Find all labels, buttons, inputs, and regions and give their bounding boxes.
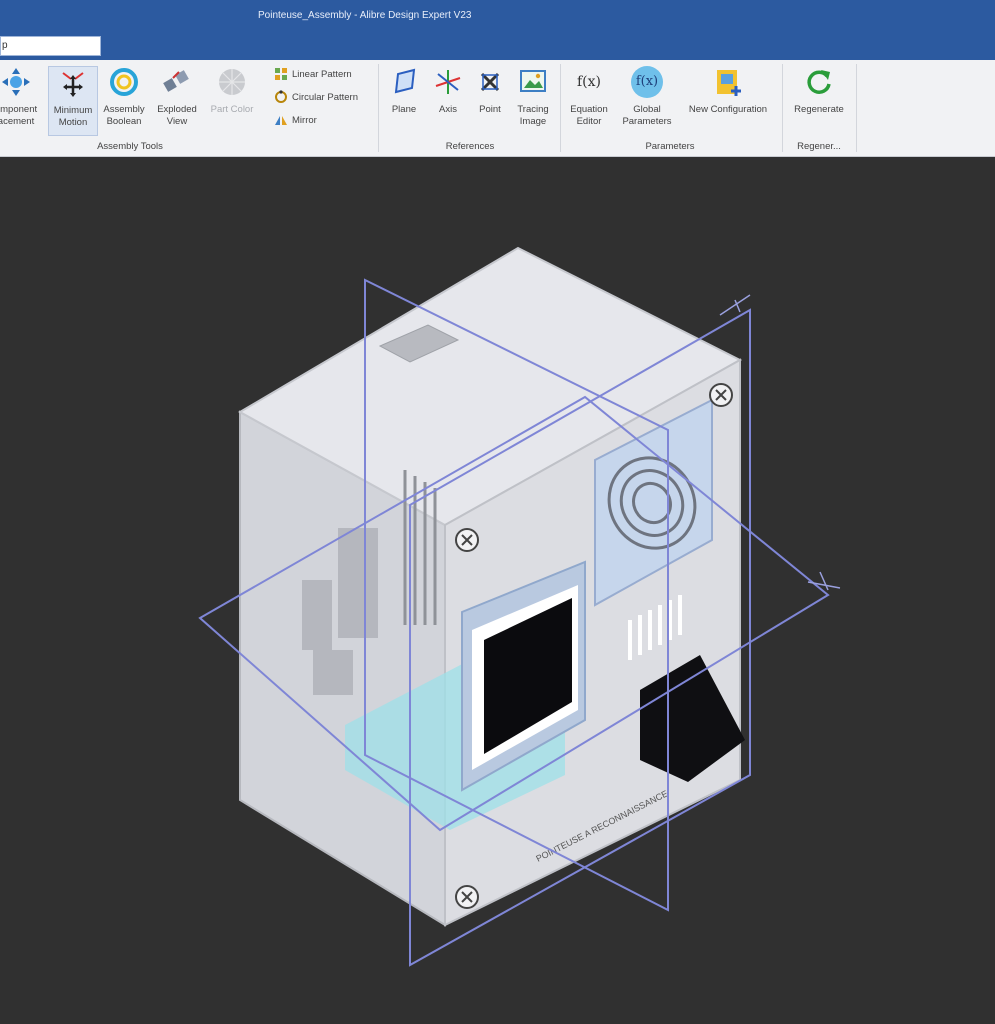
ribbon: omponent acement Minimum Motion Assembly… [0,60,995,157]
tool-label: omponent [0,104,38,115]
tool-label: View [166,116,188,127]
tool-label: Parameters [622,116,672,127]
tool-label: Editor [576,116,602,127]
regenerate-button[interactable]: Regenerate [786,66,852,136]
global-function-icon: f(x) [631,66,663,98]
screw-icon [455,528,479,552]
tool-label: Part Color [210,104,254,115]
tool-label: Tracing [517,104,549,115]
component-placement-button[interactable]: omponent acement [0,66,46,136]
group-separator [782,64,783,152]
search-input[interactable]: p [0,36,101,56]
tool-label: Plane [391,104,417,115]
tool-label: Image [519,116,547,127]
plane-button[interactable]: Plane [386,66,422,136]
tool-label: Mirror [292,115,317,126]
part-color-button[interactable]: Part Color [205,66,259,136]
color-ball-icon [219,69,245,95]
mirror-button[interactable]: Mirror [274,111,317,131]
tool-label: Axis [439,104,457,115]
tool-label: Global [633,104,661,115]
group-separator [560,64,561,152]
tool-label: Point [479,104,501,115]
tool-label: New Configuration [688,104,768,115]
tool-label: Minimum [53,105,93,116]
move-arrows-icon [2,68,30,96]
group-label-parameters: Parameters [645,141,695,152]
axis-icon [435,70,461,94]
tool-label: Motion [58,117,88,128]
circular-pattern-button[interactable]: Circular Pattern [274,88,358,108]
global-parameters-button[interactable]: f(x) Global Parameters [616,66,678,136]
assembly-boolean-button[interactable]: Assembly Boolean [99,66,149,136]
circular-pattern-icon [275,90,287,104]
window-title: Pointeuse_Assembly - Alibre Design Exper… [258,10,472,21]
tool-label: Exploded [157,104,197,115]
tool-label: Equation [570,104,608,115]
linear-pattern-icon [275,68,287,81]
minimum-motion-icon [62,72,84,97]
group-separator [856,64,857,152]
tool-label: Linear Pattern [292,69,352,80]
plane-icon [394,68,416,94]
new-configuration-icon [717,70,741,96]
new-configuration-button[interactable]: New Configuration [680,66,776,136]
group-label-references: References [445,141,495,152]
tool-label: Circular Pattern [292,92,358,103]
title-bar: Pointeuse_Assembly - Alibre Design Exper… [0,0,995,60]
tool-label: acement [0,116,35,127]
group-separator [378,64,379,152]
mirror-icon [275,116,287,126]
exploded-view-icon [163,70,189,92]
axis-button[interactable]: Axis [430,66,466,136]
regenerate-icon [807,70,831,94]
function-icon: f(x) [576,74,601,90]
point-icon [480,72,500,92]
minimum-motion-button[interactable]: Minimum Motion [48,66,98,136]
3d-viewport[interactable]: POINTEUSE A RECONNAISSANCE [0,157,995,1024]
tool-label: Boolean [106,116,142,127]
screw-icon [709,383,733,407]
point-button[interactable]: Point [472,66,508,136]
tracing-image-icon [520,70,546,92]
equation-editor-button[interactable]: f(x) Equation Editor [564,66,614,136]
tool-label: Regenerate [794,104,844,115]
assembly-model[interactable]: POINTEUSE A RECONNAISSANCE [0,157,995,1024]
boolean-rings-icon [110,68,138,96]
exploded-view-button[interactable]: Exploded View [152,66,202,136]
linear-pattern-button[interactable]: Linear Pattern [274,65,352,85]
screw-icon [455,885,479,909]
tool-label: Assembly [103,104,145,115]
tracing-image-button[interactable]: Tracing Image [512,66,554,136]
group-label-assembly-tools: Assembly Tools [97,141,163,152]
group-label-regenerate: Regener... [797,141,841,152]
